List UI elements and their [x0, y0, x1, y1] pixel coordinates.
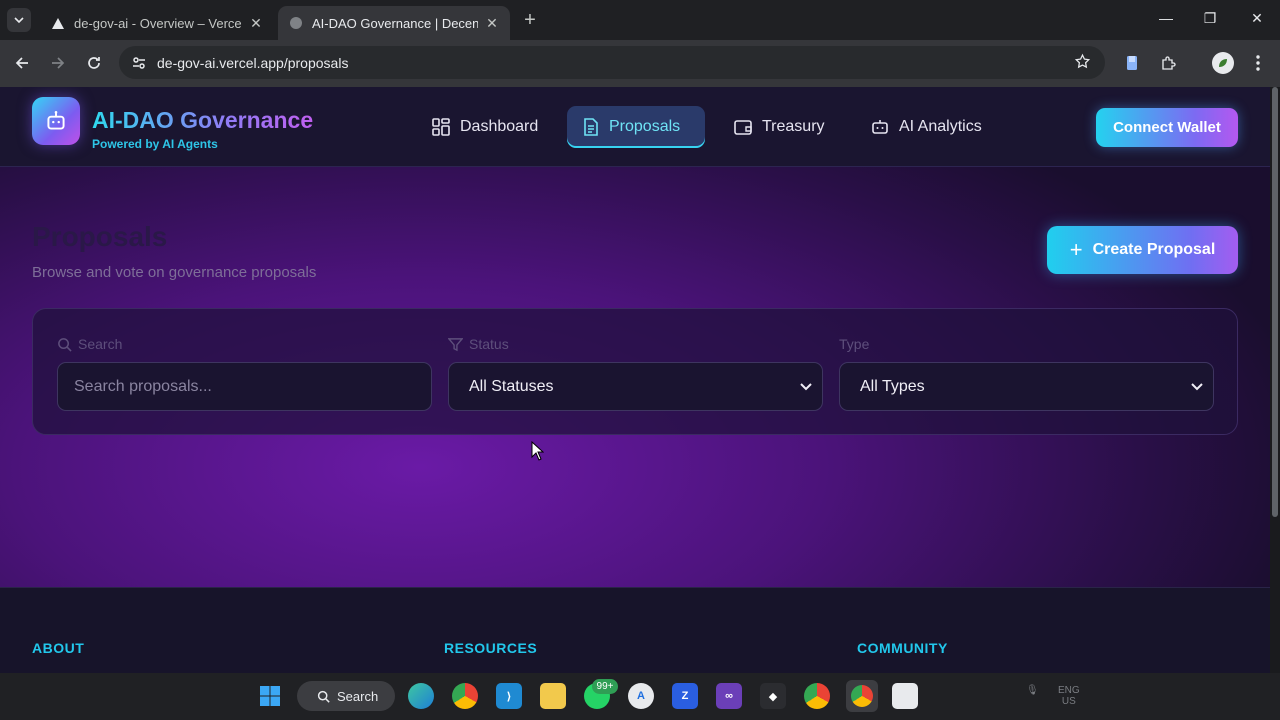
forward-button[interactable] [48, 53, 68, 73]
leaf-icon [1219, 59, 1227, 67]
status-select-value: All Statuses [469, 377, 554, 395]
chevron-down-icon [1191, 382, 1203, 390]
microphone-icon[interactable]: 🎙 [1026, 685, 1039, 696]
status-label: Status [448, 336, 509, 352]
file-explorer-icon[interactable] [540, 683, 566, 709]
nav-treasury[interactable]: Treasury [718, 106, 841, 148]
back-button[interactable] [12, 53, 32, 73]
arrow-left-icon [15, 57, 28, 69]
brand-title: AI-DAO Governance [92, 107, 314, 133]
browser-tab-strip: de-gov-ai - Overview – Vercel ✕ AI-DAO G… [0, 0, 1280, 40]
arrow-right-icon [52, 57, 65, 69]
create-proposal-label: Create Proposal [1092, 241, 1216, 258]
bot-icon [47, 111, 65, 130]
nav-proposals[interactable]: Proposals [567, 106, 705, 148]
chrome-active-icon[interactable] [846, 680, 878, 712]
taskbar-search[interactable]: Search [297, 681, 395, 711]
mouse-cursor-icon [531, 441, 544, 461]
filter-icon [448, 337, 463, 351]
url-text: de-gov-ai.vercel.app/proposals [157, 54, 349, 71]
nav-label: Dashboard [460, 118, 539, 135]
tab-title: AI-DAO Governance | Decentral [312, 15, 478, 31]
create-proposal-button[interactable]: + Create Proposal [1047, 226, 1238, 274]
chevron-down-icon [14, 17, 24, 24]
page-subtitle: Browse and vote on governance proposals [32, 264, 317, 281]
menu-kebab-icon[interactable] [1248, 53, 1268, 73]
bookmarks-extension-icon[interactable] [1122, 53, 1142, 73]
page-scrollbar[interactable] [1270, 87, 1280, 673]
connect-wallet-button[interactable]: Connect Wallet [1096, 108, 1238, 147]
reload-button[interactable] [84, 53, 104, 73]
chrome-profile-icon[interactable] [804, 683, 830, 709]
page-footer: ABOUT RESOURCES COMMUNITY [0, 587, 1270, 673]
page-title: Proposals [32, 221, 168, 252]
globe-icon [288, 15, 304, 31]
translator-icon[interactable]: A [628, 683, 654, 709]
visual-studio-icon[interactable]: ∞ [716, 683, 742, 709]
new-tab-button[interactable]: + [520, 10, 540, 30]
search-icon [317, 690, 330, 703]
brand-subtitle: Powered by AI Agents [92, 137, 218, 151]
close-tab-icon[interactable]: ✕ [248, 15, 264, 32]
edge-icon[interactable] [408, 683, 434, 709]
restore-button[interactable]: ❐ [1200, 10, 1220, 27]
web-page: AI-DAO Governance Powered by AI Agents D… [0, 87, 1270, 673]
search-label: Search [57, 336, 122, 352]
footer-heading-resources: RESOURCES [444, 640, 538, 656]
vercel-icon [50, 15, 66, 31]
app-header: AI-DAO Governance Powered by AI Agents D… [0, 87, 1270, 167]
scrollbar-thumb[interactable] [1272, 87, 1278, 517]
document-icon [584, 118, 598, 136]
bot-icon [872, 120, 888, 134]
windows-start-icon[interactable] [257, 683, 283, 709]
whatsapp-badge: 99+ [592, 679, 618, 694]
wallet-icon [734, 120, 752, 135]
type-label: Type [839, 336, 870, 352]
site-settings-icon[interactable] [129, 55, 149, 71]
footer-heading-community: COMMUNITY [857, 640, 948, 656]
app-logo[interactable] [32, 97, 80, 145]
plus-icon: + [1069, 237, 1083, 262]
search-icon [58, 337, 72, 352]
tab-search-button[interactable] [7, 8, 31, 32]
browser-tab-vercel[interactable]: de-gov-ai - Overview – Vercel ✕ [40, 6, 274, 40]
nav-dashboard[interactable]: Dashboard [416, 106, 554, 148]
status-select[interactable]: All Statuses [448, 362, 823, 411]
search-input[interactable]: Search proposals... [57, 362, 432, 411]
vscode-icon[interactable]: ⟩ [496, 683, 522, 709]
nav-label: Proposals [609, 118, 681, 135]
address-bar[interactable]: de-gov-ai.vercel.app/proposals [119, 46, 1105, 79]
filters-panel: Search Search proposals... Status All St… [32, 308, 1238, 435]
minimize-button[interactable]: — [1156, 10, 1176, 26]
chrome-icon[interactable] [452, 683, 478, 709]
type-select[interactable]: All Types [839, 362, 1214, 411]
reload-icon [88, 57, 100, 69]
app-z-icon[interactable]: Z [672, 683, 698, 709]
chevron-down-icon [800, 382, 812, 390]
nav-label: AI Analytics [899, 118, 982, 135]
tab-title: de-gov-ai - Overview – Vercel [74, 15, 242, 31]
snipping-tool-icon[interactable] [892, 683, 918, 709]
type-select-value: All Types [860, 377, 925, 395]
close-window-button[interactable]: ✕ [1247, 10, 1267, 27]
windows-taskbar: Search ⟩ 99+ A Z ∞ ◆ 🎙 ENG US [0, 673, 1280, 720]
close-tab-icon[interactable]: ✕ [484, 15, 500, 32]
footer-heading-about: ABOUT [32, 640, 85, 656]
bookmark-star-icon[interactable] [1074, 53, 1091, 75]
app-cube-icon[interactable]: ◆ [760, 683, 786, 709]
profile-avatar[interactable] [1212, 52, 1234, 74]
browser-tab-dao[interactable]: AI-DAO Governance | Decentral ✕ [278, 6, 510, 40]
nav-label: Treasury [762, 118, 825, 135]
nav-ai-analytics[interactable]: AI Analytics [855, 106, 998, 148]
puzzle-extensions-icon[interactable] [1159, 53, 1179, 73]
browser-toolbar: de-gov-ai.vercel.app/proposals [0, 40, 1280, 87]
language-indicator[interactable]: ENG US [1058, 685, 1080, 707]
grid-icon [432, 118, 450, 136]
